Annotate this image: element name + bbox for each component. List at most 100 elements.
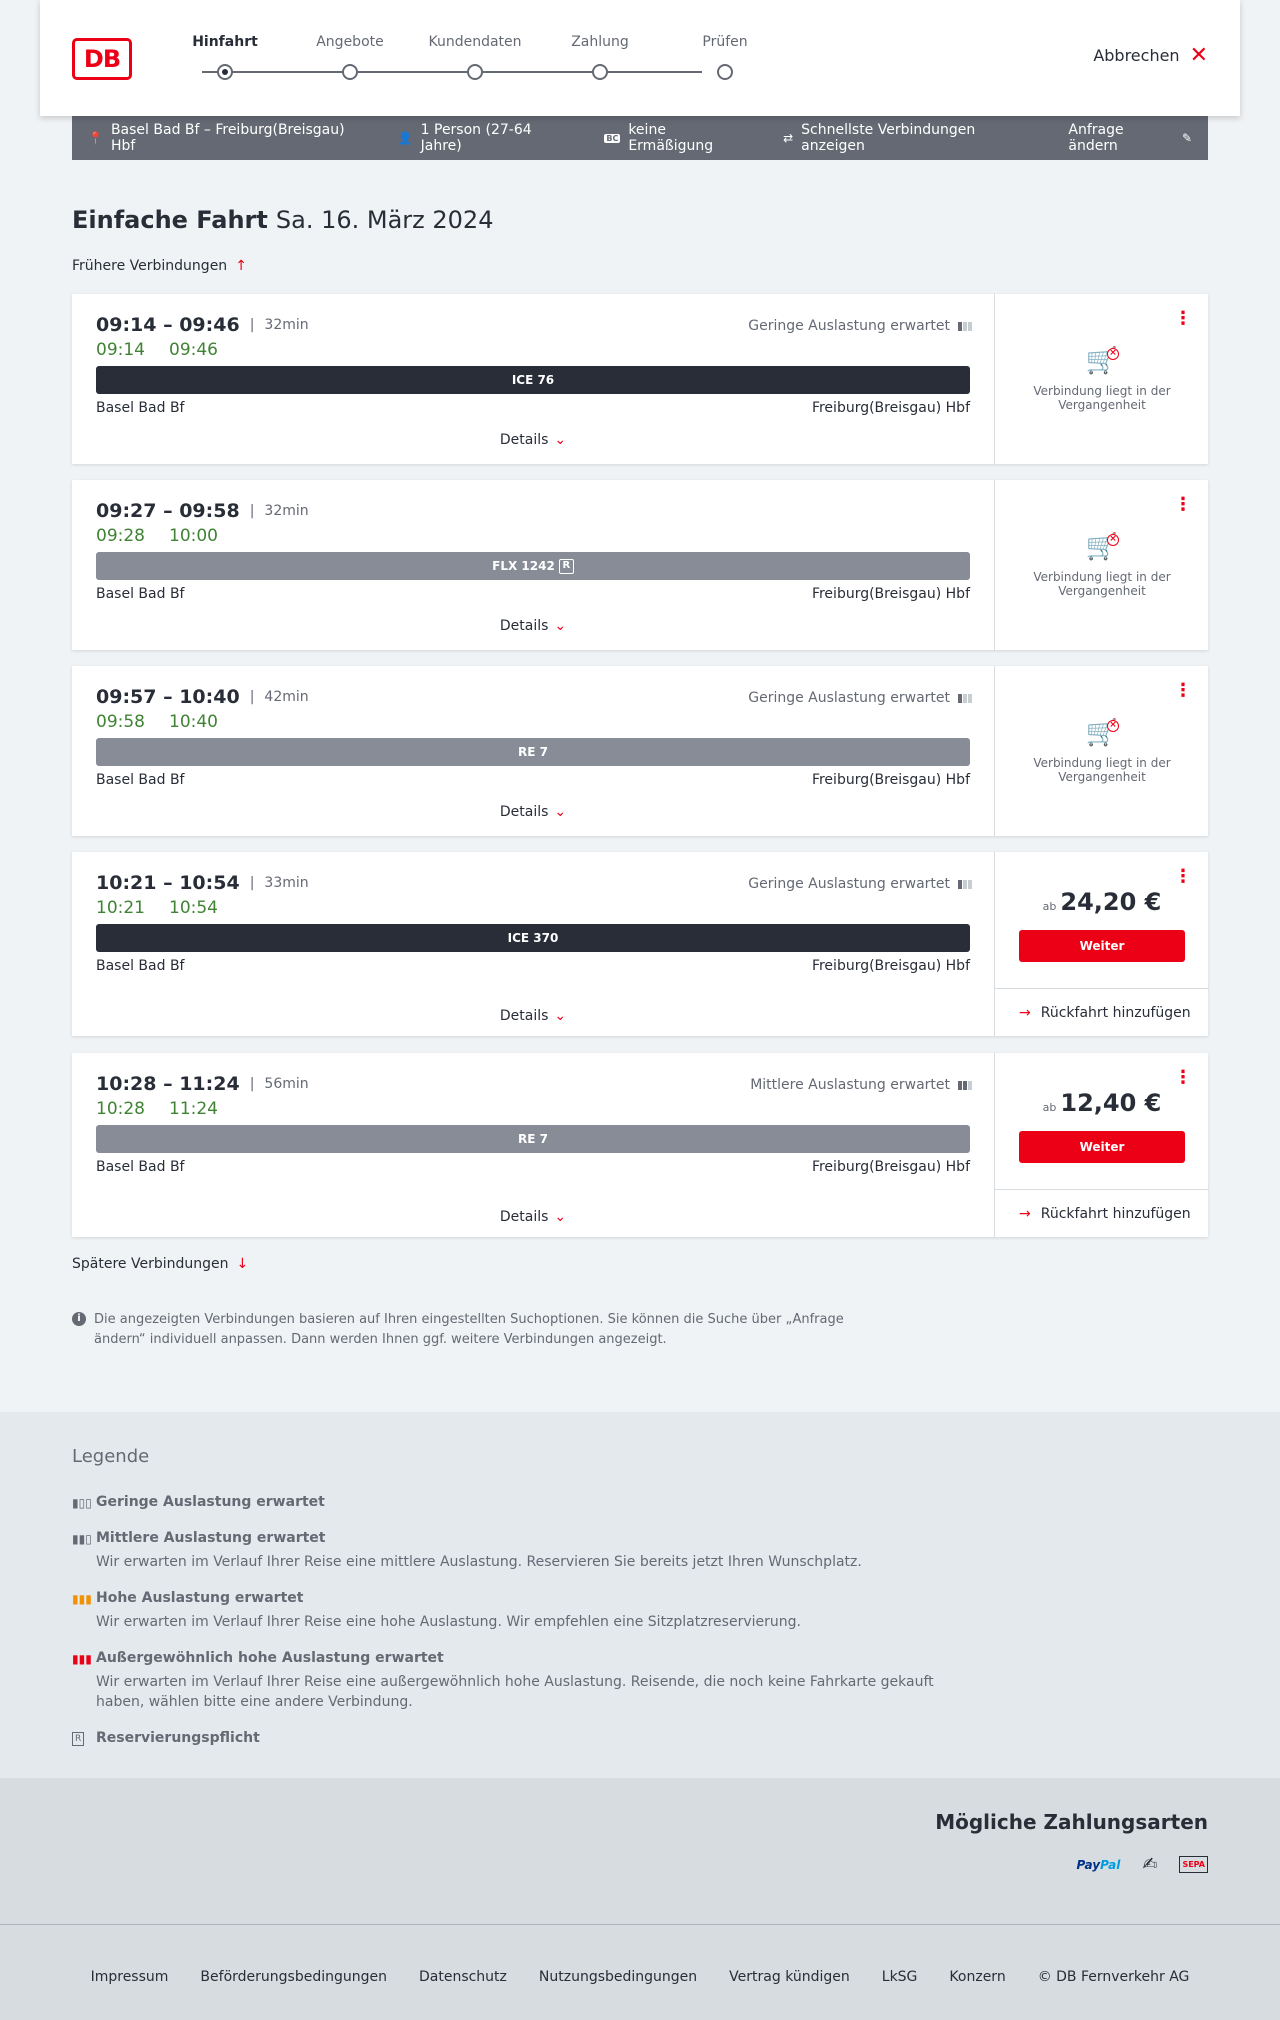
continue-button[interactable]: Weiter <box>1019 1131 1185 1163</box>
price-prefix: ab <box>1042 900 1057 913</box>
cancel-button[interactable]: Abbrechen ✕ <box>1093 42 1208 68</box>
train-bar: FLX 1242 R <box>96 552 970 580</box>
connection-main[interactable]: 10:28 – 11:24 | 56min 10:28 11:24 Mittlere … <box>72 1053 994 1237</box>
more-options-icon[interactable]: ⋮ <box>1174 866 1192 887</box>
occupancy-low-icon <box>958 879 972 889</box>
live-departure: 10:21 <box>96 898 145 918</box>
train-bar: RE 7 <box>96 738 970 766</box>
step-dot <box>467 64 483 80</box>
step-pruefen[interactable]: Prüfen <box>670 34 780 80</box>
location-pin-icon: 📍 <box>88 131 103 145</box>
legend-heading: Mittlere Auslastung erwartet <box>96 1530 326 1546</box>
later-connections-link[interactable]: Spätere Verbindungen ↓ <box>72 1256 248 1272</box>
details-toggle[interactable]: Details ⌄ <box>72 432 994 448</box>
connection-offer: ⋮ 🛒 × Verbindung liegt in der Vergangenhei… <box>994 480 1208 650</box>
past-connection-notice: 🛒 × Verbindung liegt in der Vergangenheit <box>995 532 1209 598</box>
price-value: 24,20 € <box>1060 888 1162 916</box>
page-title: Einfache Fahrt Sa. 16. März 2024 <box>72 206 493 234</box>
footer-link-impressum[interactable]: Impressum <box>91 1969 169 1985</box>
footer-link-befoerderungsbedingungen[interactable]: Beförderungsbedingungen <box>200 1969 387 1985</box>
pencil-icon: ✎ <box>1181 131 1192 145</box>
add-return-trip-button[interactable]: → Rückfahrt hinzufügen <box>995 988 1209 1036</box>
step-dot <box>217 64 233 80</box>
details-label: Details <box>499 1008 549 1024</box>
footer-link-nutzungsbedingungen[interactable]: Nutzungsbedingungen <box>539 1969 697 1985</box>
connection-card: 10:21 – 10:54 | 33min 10:21 10:54 Geringe A… <box>72 852 1209 1036</box>
duration: 42min <box>264 689 309 705</box>
train-name: RE 7 <box>518 745 548 759</box>
close-icon: ✕ <box>1189 42 1208 68</box>
search-hint: i Die angezeigten Verbindungen basieren a… <box>72 1310 852 1350</box>
separator: | <box>249 317 255 333</box>
connection-offer: ⋮ 🛒 × Verbindung liegt in der Vergangenhei… <box>994 294 1208 464</box>
edit-request-button[interactable]: Anfrage ändern ✎ <box>1068 122 1192 154</box>
legend-heading: Hohe Auslastung erwartet <box>96 1590 304 1606</box>
destination-station: Freiburg(Breisgau) Hbf <box>811 1159 970 1175</box>
add-return-label: Rückfahrt hinzufügen <box>1040 1205 1191 1222</box>
more-options-icon[interactable]: ⋮ <box>1174 494 1192 515</box>
fastest-toggle[interactable]: ⇄ Schnellste Verbindungen anzeigen <box>783 122 1036 154</box>
stations: Basel Bad Bf Freiburg(Breisgau) Hbf <box>96 958 970 974</box>
step-label: Zahlung <box>571 34 629 50</box>
connection-offer: ⋮ ab 12,40 € Weiter → Rückfahrt hinzufügen <box>994 1053 1209 1237</box>
footer-link-konzern[interactable]: Konzern <box>949 1969 1005 1985</box>
step-dot <box>342 64 358 80</box>
cart-unavailable-icon: 🛒 × <box>1085 346 1119 376</box>
train-bar: ICE 370 <box>96 924 970 952</box>
travel-date: Sa. 16. März 2024 <box>275 206 494 234</box>
reservation-required-icon: R <box>558 559 574 574</box>
legend-heading: Außergewöhnlich hohe Auslastung erwartet <box>96 1650 444 1666</box>
more-options-icon[interactable]: ⋮ <box>1174 680 1192 701</box>
connection-times: 09:57 – 10:40 | 42min <box>96 686 309 708</box>
earlier-connections-link[interactable]: Frühere Verbindungen ↑ <box>72 258 247 274</box>
step-hinfahrt[interactable]: Hinfahrt <box>170 34 280 80</box>
header: DB Hinfahrt Angebote Kundendaten Zahlung… <box>40 0 1240 116</box>
live-arrival: 10:00 <box>169 526 218 546</box>
step-angebote[interactable]: Angebote <box>295 34 405 80</box>
occupancy-high-icon: ▮▮▮ <box>72 1592 92 1606</box>
destination-station: Freiburg(Breisgau) Hbf <box>811 772 970 788</box>
live-times: 10:28 11:24 <box>96 1099 242 1119</box>
travelers-summary[interactable]: 👤 1 Person (27-64 Jahre) <box>398 122 573 154</box>
details-toggle[interactable]: Details ⌄ <box>72 618 994 634</box>
step-zahlung[interactable]: Zahlung <box>545 34 655 80</box>
connection-main[interactable]: 09:57 – 10:40 | 42min 09:58 10:40 Geringe A… <box>72 666 994 836</box>
step-dot <box>717 64 733 80</box>
add-return-trip-button[interactable]: → Rückfahrt hinzufügen <box>995 1189 1209 1237</box>
legend-text: Wir erwarten im Verlauf Ihrer Reise eine… <box>96 1674 934 1710</box>
scheduled-times: 09:14 – 09:46 <box>96 314 240 336</box>
discount-summary[interactable]: BC keine Ermäßigung <box>604 122 751 154</box>
origin-station: Basel Bad Bf <box>96 958 185 974</box>
details-toggle[interactable]: Details ⌄ <box>72 1209 994 1225</box>
step-kundendaten[interactable]: Kundendaten <box>420 34 530 80</box>
details-toggle[interactable]: Details ⌄ <box>72 804 994 820</box>
live-arrival: 09:46 <box>169 340 218 360</box>
more-options-icon[interactable]: ⋮ <box>1174 308 1192 329</box>
past-text: Verbindung liegt in der Vergangenheit <box>1033 756 1171 784</box>
occupancy: Geringe Auslastung erwartet <box>748 876 972 892</box>
footer-links: Impressum Beförderungsbedingungen Datens… <box>0 1969 1280 1985</box>
occupancy-text: Geringe Auslastung erwartet <box>748 690 950 706</box>
duration: 32min <box>264 503 309 519</box>
connection-main[interactable]: 09:14 – 09:46 | 32min 09:14 09:46 Geringe A… <box>72 294 994 464</box>
details-toggle[interactable]: Details ⌄ <box>72 1008 994 1024</box>
step-label: Angebote <box>316 34 384 50</box>
more-options-icon[interactable]: ⋮ <box>1174 1067 1192 1088</box>
arrow-right-icon: → <box>1019 1205 1031 1222</box>
destination-station: Freiburg(Breisgau) Hbf <box>811 958 970 974</box>
occupancy-low-icon <box>958 693 972 703</box>
live-arrival: 11:24 <box>169 1099 218 1119</box>
footer-link-vertrag-kuendigen[interactable]: Vertrag kündigen <box>729 1969 850 1985</box>
route-summary[interactable]: 📍 Basel Bad Bf – Freiburg(Breisgau) Hbf <box>88 122 366 154</box>
stations: Basel Bad Bf Freiburg(Breisgau) Hbf <box>96 772 970 788</box>
edit-request-label: Anfrage ändern <box>1068 122 1124 154</box>
continue-button[interactable]: Weiter <box>1019 930 1185 962</box>
footer-link-lksg[interactable]: LkSG <box>882 1969 918 1985</box>
connection-main[interactable]: 09:27 – 09:58 | 32min 09:28 10:00 FLX 1242 R… <box>72 480 994 650</box>
footer-link-datenschutz[interactable]: Datenschutz <box>419 1969 507 1985</box>
paypal-icon: PayPal <box>1076 1857 1121 1872</box>
connection-main[interactable]: 10:21 – 10:54 | 33min 10:21 10:54 Geringe A… <box>72 852 994 1036</box>
progress-steps: Hinfahrt Angebote Kundendaten Zahlung Pr… <box>170 34 748 84</box>
occupancy-low-icon <box>958 321 972 331</box>
db-logo[interactable]: DB <box>72 38 132 80</box>
